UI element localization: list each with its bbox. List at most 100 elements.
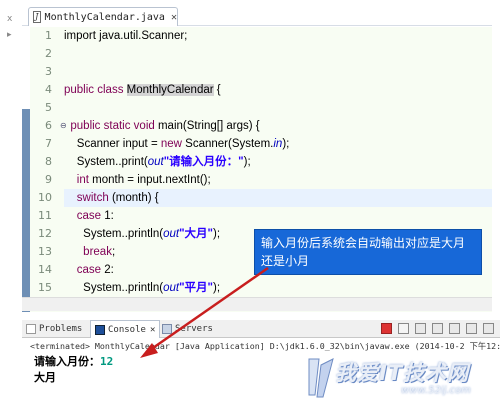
vertical-scrollbar[interactable]: [492, 6, 500, 312]
code-line[interactable]: public static void main(String[] args) {: [64, 117, 492, 135]
line-number: 9: [45, 173, 52, 186]
range-indicator: [22, 109, 30, 312]
code-token: );: [212, 282, 221, 294]
code-token: public class: [64, 84, 127, 96]
console-prompt: 请输入月份：: [34, 355, 100, 368]
remove-all-icon[interactable]: [415, 323, 426, 334]
close-marker-icon[interactable]: x: [7, 14, 12, 24]
gutter-bar: [22, 27, 30, 312]
line-number: 7: [45, 137, 52, 150]
console-header: <terminated> MonthlyCalendar [Java Appli…: [30, 341, 500, 351]
code-token: switch: [76, 192, 112, 204]
code-token: .println(: [124, 282, 164, 294]
code-token: 2:: [104, 264, 114, 276]
tab-servers-label: Servers: [175, 324, 213, 334]
code-line[interactable]: System..print(out"请输入月份：");: [64, 153, 492, 171]
code-token: {: [213, 84, 221, 96]
code-token: "大月": [179, 228, 213, 240]
code-token: Scanner input =: [64, 138, 161, 150]
line-number: 1: [45, 29, 52, 42]
line-number: 4: [45, 83, 52, 96]
code-token: case: [76, 264, 105, 276]
code-token: );: [282, 138, 290, 150]
expand-marker-icon[interactable]: ▸: [7, 30, 12, 40]
code-token: new: [160, 138, 186, 150]
console-toolbar: [381, 323, 494, 334]
code-token: case: [76, 210, 105, 222]
line-number: 3: [45, 65, 52, 78]
code-token: );: [243, 156, 251, 168]
code-token: );: [212, 228, 221, 240]
servers-icon: [162, 324, 172, 334]
line-number: 2: [45, 47, 52, 60]
code-line[interactable]: public class MonthlyCalendar {: [64, 81, 492, 99]
pin-console-icon[interactable]: [449, 323, 460, 334]
watermark-logo-icon: [308, 358, 334, 398]
line-number: 14: [38, 263, 52, 276]
code-token: "平月": [179, 282, 213, 294]
code-token: 1:: [104, 210, 114, 222]
code-token: out: [163, 228, 180, 240]
code-token: (month) {: [111, 192, 159, 204]
code-token: int: [76, 174, 93, 186]
line-number: 15: [38, 281, 52, 294]
remove-launch-icon[interactable]: [398, 323, 409, 334]
code-token: public static void: [64, 120, 158, 132]
console-output-line: 大月: [34, 371, 56, 384]
tab-problems-label: Problems: [39, 324, 83, 334]
close-console-icon[interactable]: ✕: [150, 325, 155, 335]
code-token: out: [163, 282, 180, 294]
left-strip: x ▸: [0, 0, 22, 312]
code-token: in: [273, 138, 283, 150]
code-line[interactable]: System..println(out"平月");: [64, 279, 492, 297]
close-tab-icon[interactable]: ✕: [171, 12, 177, 23]
code-line[interactable]: [64, 63, 492, 81]
code-token: System.: [64, 156, 119, 168]
console-icon: [95, 324, 105, 335]
tab-console-label: Console: [108, 324, 146, 335]
watermark-title: 我爱IT技术网: [335, 361, 470, 385]
horizontal-scrollbar[interactable]: [22, 297, 492, 311]
code-token: MonthlyCalendar: [126, 84, 214, 96]
code-line[interactable]: [64, 99, 492, 117]
tab-console[interactable]: Console ✕: [90, 320, 161, 338]
code-token: Scanner(System.: [185, 138, 274, 150]
annotation-callout: 输入月份后系统会自动输出对应是大月还是小月: [254, 229, 482, 275]
code-line[interactable]: Scanner input = new Scanner(System.in);: [64, 135, 492, 153]
line-number: 10: [38, 191, 52, 204]
scroll-lock-icon[interactable]: [432, 323, 443, 334]
tab-monthlycalendar-java[interactable]: J MonthlyCalendar.java ✕: [28, 7, 178, 26]
code-line[interactable]: import java.util.Scanner;: [64, 27, 492, 45]
code-token: ;: [111, 246, 116, 258]
java-file-icon: J: [33, 11, 41, 23]
terminate-icon[interactable]: [381, 323, 392, 334]
code-token: .println(: [124, 228, 164, 240]
line-number: 8: [45, 155, 52, 168]
tab-problems[interactable]: Problems: [26, 320, 82, 338]
code-token: month = input.nextInt();: [92, 174, 211, 186]
open-console-icon[interactable]: [483, 323, 494, 334]
code-line[interactable]: case 1:: [64, 207, 492, 225]
code-line[interactable]: [64, 45, 492, 63]
line-number: 6: [45, 119, 52, 132]
code-token: .print(: [118, 156, 148, 168]
line-number: 11: [38, 209, 52, 222]
line-number: 12: [38, 227, 52, 240]
code-token: System.: [64, 282, 125, 294]
code-line[interactable]: int month = input.nextInt();: [64, 171, 492, 189]
code-token: break: [83, 246, 112, 258]
line-number: 13: [38, 245, 52, 258]
line-number: 5: [45, 101, 52, 114]
console-input-value: 12: [100, 355, 114, 368]
code-line[interactable]: switch (month) {: [64, 189, 492, 207]
console-tab-bar: Problems Console ✕ Servers: [22, 320, 500, 338]
tab-servers[interactable]: Servers: [162, 320, 213, 338]
code-token: import java.util.Scanner;: [64, 30, 188, 42]
code-token: out: [147, 156, 164, 168]
display-console-icon[interactable]: [466, 323, 477, 334]
